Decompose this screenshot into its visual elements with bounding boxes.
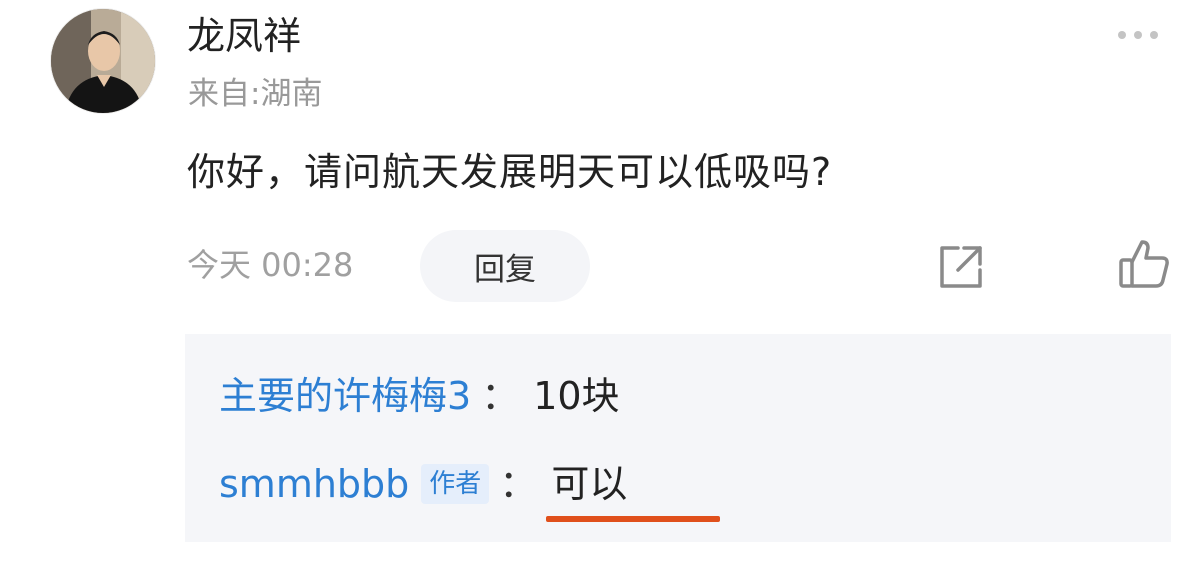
comment-text: 你好，请问航天发展明天可以低吸吗?	[187, 150, 833, 194]
reply-username[interactable]: 主要的许梅梅3	[219, 368, 471, 424]
more-dot	[1134, 31, 1142, 39]
more-dot	[1150, 31, 1158, 39]
more-icon[interactable]	[1118, 24, 1174, 46]
reply-colon: ：	[481, 374, 520, 418]
comment-card: 龙凤祥 来自:湖南 你好，请问航天发展明天可以低吸吗? 今天 00:28 回复 …	[0, 0, 1187, 568]
more-dot	[1118, 31, 1126, 39]
reply-text: 可以	[551, 462, 628, 506]
reply-item: smmhbbb 作者 ： 可以	[219, 456, 627, 512]
share-icon[interactable]	[934, 240, 988, 294]
reply-username[interactable]: smmhbbb	[219, 456, 409, 512]
location-label: 来自:湖南	[188, 76, 323, 112]
timestamp: 今天 00:28	[187, 246, 354, 284]
reply-item: 主要的许梅梅3 ： 10块	[219, 368, 620, 424]
avatar[interactable]	[50, 8, 156, 114]
username[interactable]: 龙凤祥	[187, 6, 301, 66]
reply-list: 主要的许梅梅3 ： 10块 smmhbbb 作者 ： 可以	[185, 334, 1171, 542]
reply-text: 10块	[533, 374, 620, 418]
highlight-underline	[546, 516, 720, 522]
reply-button[interactable]: 回复	[420, 230, 590, 302]
author-badge: 作者	[421, 464, 490, 504]
reply-colon: ：	[499, 462, 538, 506]
thumbs-up-icon[interactable]	[1116, 236, 1172, 292]
